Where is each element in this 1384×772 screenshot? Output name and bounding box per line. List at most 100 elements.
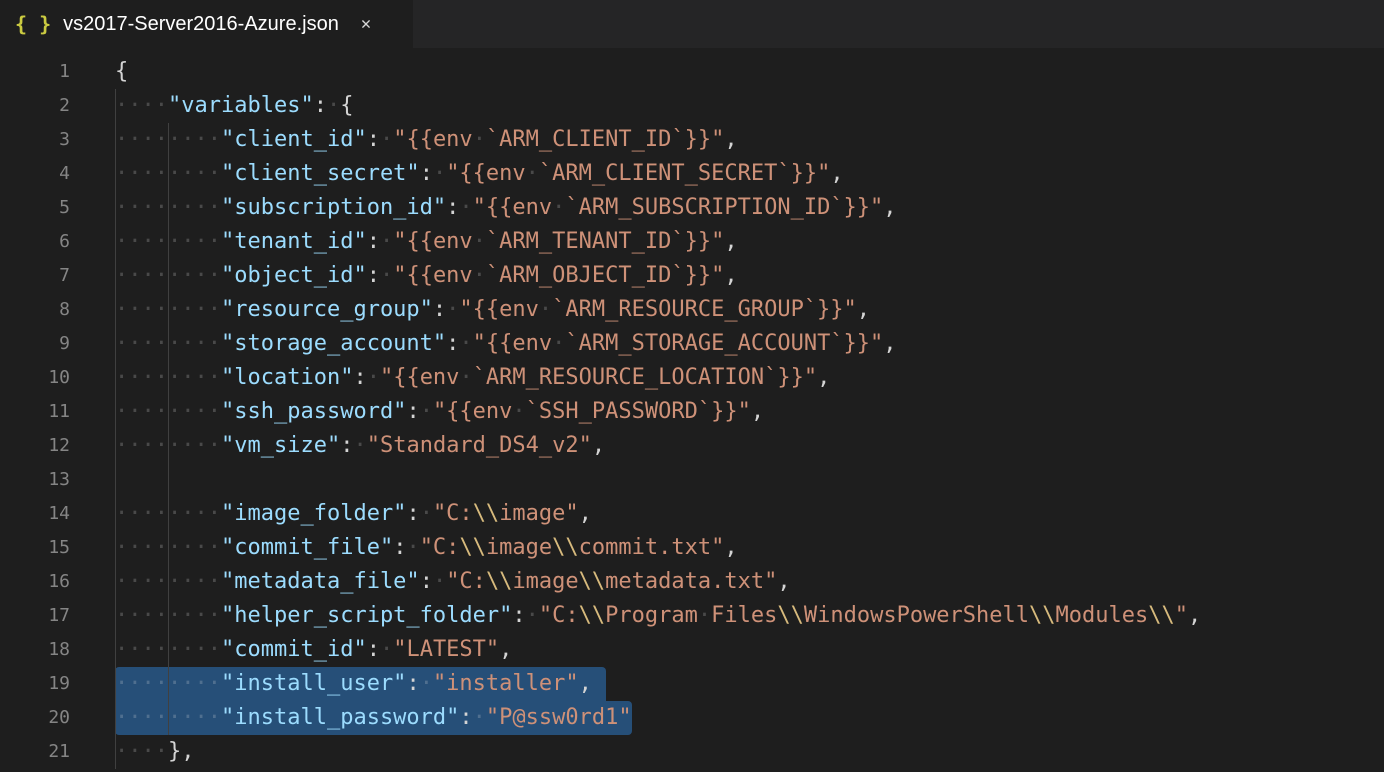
whitespace-dot: · <box>195 705 208 730</box>
code-line[interactable]: 14········"image_folder":·"C:\\image", <box>0 497 1384 531</box>
code-line[interactable]: 6 ········"tenant_id":·"{{env·`ARM_TENANT… <box>0 225 1384 259</box>
whitespace-dot: · <box>195 433 208 458</box>
code-line[interactable]: 2····"variables":·{ <box>0 89 1384 123</box>
token-key: "commit_file" <box>221 535 393 560</box>
token-punct: :· <box>393 535 420 560</box>
whitespace-dot: · <box>380 229 393 254</box>
code-line[interactable]: 13 <box>0 463 1384 497</box>
token-key: "install_password" <box>221 705 459 730</box>
whitespace-dot: · <box>142 569 155 594</box>
line-number[interactable]: 11 <box>0 395 70 429</box>
whitespace-dot: · <box>115 297 128 322</box>
code-line[interactable]: 18········"commit_id":·"LATEST", <box>0 633 1384 667</box>
code-line[interactable]: 9········"storage_account":·"{{env·`ARM_… <box>0 327 1384 361</box>
code-line[interactable]: 21····}, <box>0 735 1384 769</box>
token-str: Program·Files <box>605 603 777 628</box>
whitespace-dot: · <box>181 433 194 458</box>
line-number[interactable]: 1 <box>0 55 70 89</box>
code-content: ········"location":·"{{env·`ARM_RESOURCE… <box>115 361 830 395</box>
code-line[interactable]: 19········"install_user":·"installer", <box>0 667 1384 701</box>
token-esc: \\ <box>1148 603 1175 628</box>
whitespace-dot: · <box>195 127 208 152</box>
code-line[interactable]: 11········"ssh_password":·"{{env·`SSH_PA… <box>0 395 1384 429</box>
code-line[interactable]: 5········"subscription_id":·"{{env·`ARM_… <box>0 191 1384 225</box>
token-punct: :· <box>367 637 394 662</box>
code-line[interactable]: 8········"resource_group":·"{{env·`ARM_R… <box>0 293 1384 327</box>
code-content: ········"image_folder":·"C:\\image", <box>115 497 592 531</box>
token-punct: ········ <box>115 365 221 390</box>
tab-vs2017-server2016-azure-json[interactable]: { } vs2017-Server2016-Azure.json ✕ <box>0 0 413 48</box>
whitespace-dot: · <box>168 195 181 220</box>
token-key: "location" <box>221 365 353 390</box>
whitespace-dot: · <box>208 501 221 526</box>
token-str: "{{env·`ARM_STORAGE_ACCOUNT`}}" <box>473 331 884 356</box>
code-line[interactable]: 4········"client_secret":·"{{env·`ARM_CL… <box>0 157 1384 191</box>
code-content: ········"resource_group":·"{{env·`ARM_RE… <box>115 293 870 327</box>
close-icon[interactable]: ✕ <box>361 14 371 34</box>
line-number[interactable]: 6 <box>0 225 70 259</box>
whitespace-dot: · <box>128 365 141 390</box>
code-line[interactable]: 10········"location":·"{{env·`ARM_RESOUR… <box>0 361 1384 395</box>
line-number[interactable]: 2 <box>0 89 70 123</box>
token-esc: \\ <box>777 603 804 628</box>
code-content: ········"helper_script_folder":·"C:\\Pro… <box>115 599 1201 633</box>
whitespace-dot: · <box>168 535 181 560</box>
code-line[interactable]: 12········"vm_size":·"Standard_DS4_v2", <box>0 429 1384 463</box>
whitespace-dot: · <box>115 229 128 254</box>
code-line[interactable]: 15········"commit_file":·"C:\\image\\com… <box>0 531 1384 565</box>
line-number[interactable]: 14 <box>0 497 70 531</box>
line-number[interactable]: 3 <box>0 123 70 157</box>
line-number[interactable]: 18 <box>0 633 70 667</box>
whitespace-dot: · <box>142 127 155 152</box>
code-line[interactable]: 1{ <box>0 55 1384 89</box>
code-content: ········"commit_id":·"LATEST", <box>115 633 512 667</box>
code-line[interactable]: 7········"object_id":·"{{env·`ARM_OBJECT… <box>0 259 1384 293</box>
code-line[interactable]: 16········"metadata_file":·"C:\\image\\m… <box>0 565 1384 599</box>
whitespace-dot: · <box>168 229 181 254</box>
editor[interactable]: 1{2····"variables":·{3········"client_id… <box>0 48 1384 772</box>
token-punct: :· <box>459 705 486 730</box>
line-number[interactable]: 20 <box>0 701 70 735</box>
line-number[interactable]: 16 <box>0 565 70 599</box>
line-number[interactable]: 12 <box>0 429 70 463</box>
whitespace-dot: · <box>168 637 181 662</box>
whitespace-dot: · <box>128 637 141 662</box>
code-area[interactable]: 1{2····"variables":·{3········"client_id… <box>0 55 1384 769</box>
whitespace-dot: · <box>142 399 155 424</box>
whitespace-dot: · <box>208 365 221 390</box>
whitespace-dot: · <box>380 637 393 662</box>
token-punct: :· <box>446 331 473 356</box>
code-content: ········"tenant_id":·"{{env·`ARM_TENANT_… <box>115 225 738 259</box>
token-punct: :· <box>446 195 473 220</box>
whitespace-dot: · <box>208 229 221 254</box>
line-number[interactable]: 15 <box>0 531 70 565</box>
whitespace-dot: · <box>552 195 565 220</box>
token-punct: ········ <box>115 501 221 526</box>
code-line[interactable]: 17 ········"helper_script_folder":·"C:\\P… <box>0 599 1384 633</box>
token-punct: , <box>751 399 764 424</box>
whitespace-dot: · <box>539 297 552 322</box>
whitespace-dot: · <box>698 603 711 628</box>
line-number[interactable]: 17 <box>0 599 70 633</box>
whitespace-dot: · <box>367 365 380 390</box>
line-number[interactable]: 21 <box>0 735 70 769</box>
token-punct: , <box>777 569 790 594</box>
line-number[interactable]: 9 <box>0 327 70 361</box>
line-number[interactable]: 13 <box>0 463 70 497</box>
whitespace-dot: · <box>142 93 155 118</box>
token-punct: , <box>857 297 870 322</box>
whitespace-dot: · <box>181 229 194 254</box>
token-esc: \\ <box>579 603 606 628</box>
token-punct: ········ <box>115 705 221 730</box>
code-line[interactable]: 20········"install_password":·"P@ssw0rd1… <box>0 701 1384 735</box>
line-number[interactable]: 5 <box>0 191 70 225</box>
code-line[interactable]: 3········"client_id":·"{{env·`ARM_CLIENT… <box>0 123 1384 157</box>
whitespace-dot: · <box>155 501 168 526</box>
line-number[interactable]: 10 <box>0 361 70 395</box>
line-number[interactable]: 4 <box>0 157 70 191</box>
line-number[interactable]: 8 <box>0 293 70 327</box>
line-number[interactable]: 19 <box>0 667 70 701</box>
whitespace-dot: · <box>142 161 155 186</box>
line-number[interactable]: 7 <box>0 259 70 293</box>
token-str: "{{env·`ARM_RESOURCE_LOCATION`}}" <box>380 365 817 390</box>
